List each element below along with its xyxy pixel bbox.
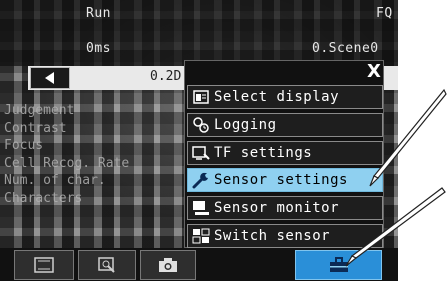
result-label: Judgement [4, 103, 75, 118]
result-label: Num. of char. [4, 173, 106, 188]
back-button[interactable] [30, 67, 70, 89]
switch-sensor-icon [188, 225, 214, 247]
menu-item-label: Sensor settings [214, 172, 348, 188]
display-icon [188, 86, 214, 108]
zoom-button[interactable] [78, 250, 136, 280]
nav-value: 0.2D [150, 69, 182, 84]
stylus-icon [369, 88, 447, 187]
processing-time: 0ms [86, 41, 111, 56]
left-arrow-icon [45, 72, 54, 84]
menu-item-label: Logging [214, 117, 277, 133]
frame-button[interactable] [14, 250, 74, 280]
camera-icon [159, 258, 177, 272]
result-label: Characters [4, 190, 83, 206]
result-label: Focus [4, 138, 44, 153]
wrench-icon [188, 169, 214, 191]
frame-icon [34, 257, 54, 273]
result-label: Cell Recog. Rate [4, 155, 130, 171]
device-label: FQ [376, 6, 393, 21]
run-mode-label: Run [86, 6, 111, 21]
logging-icon [188, 114, 214, 136]
menu-item-select-display[interactable]: Select display [187, 85, 383, 109]
stylus-icon [345, 187, 446, 267]
scene-label: 0.Scene0 [312, 41, 379, 56]
zoom-icon [98, 257, 115, 273]
menu-item-label: Select display [214, 89, 340, 105]
tf-settings-icon [188, 142, 214, 164]
menu-item-label: TF settings [214, 145, 313, 161]
menu-item-logging[interactable]: Logging [187, 113, 383, 137]
menu-item-label: Switch sensor [214, 228, 331, 244]
menu-item-tf-settings[interactable]: TF settings [187, 141, 383, 165]
menu-item-label: Sensor monitor [214, 200, 340, 216]
result-label: Contrast [4, 120, 67, 136]
monitor-icon [188, 197, 214, 219]
capture-button[interactable] [140, 250, 196, 280]
close-menu-button[interactable]: X [364, 60, 384, 84]
result-labels: Judgement Contrast Focus Cell Recog. Rat… [4, 102, 129, 207]
status-bar [0, 0, 398, 66]
